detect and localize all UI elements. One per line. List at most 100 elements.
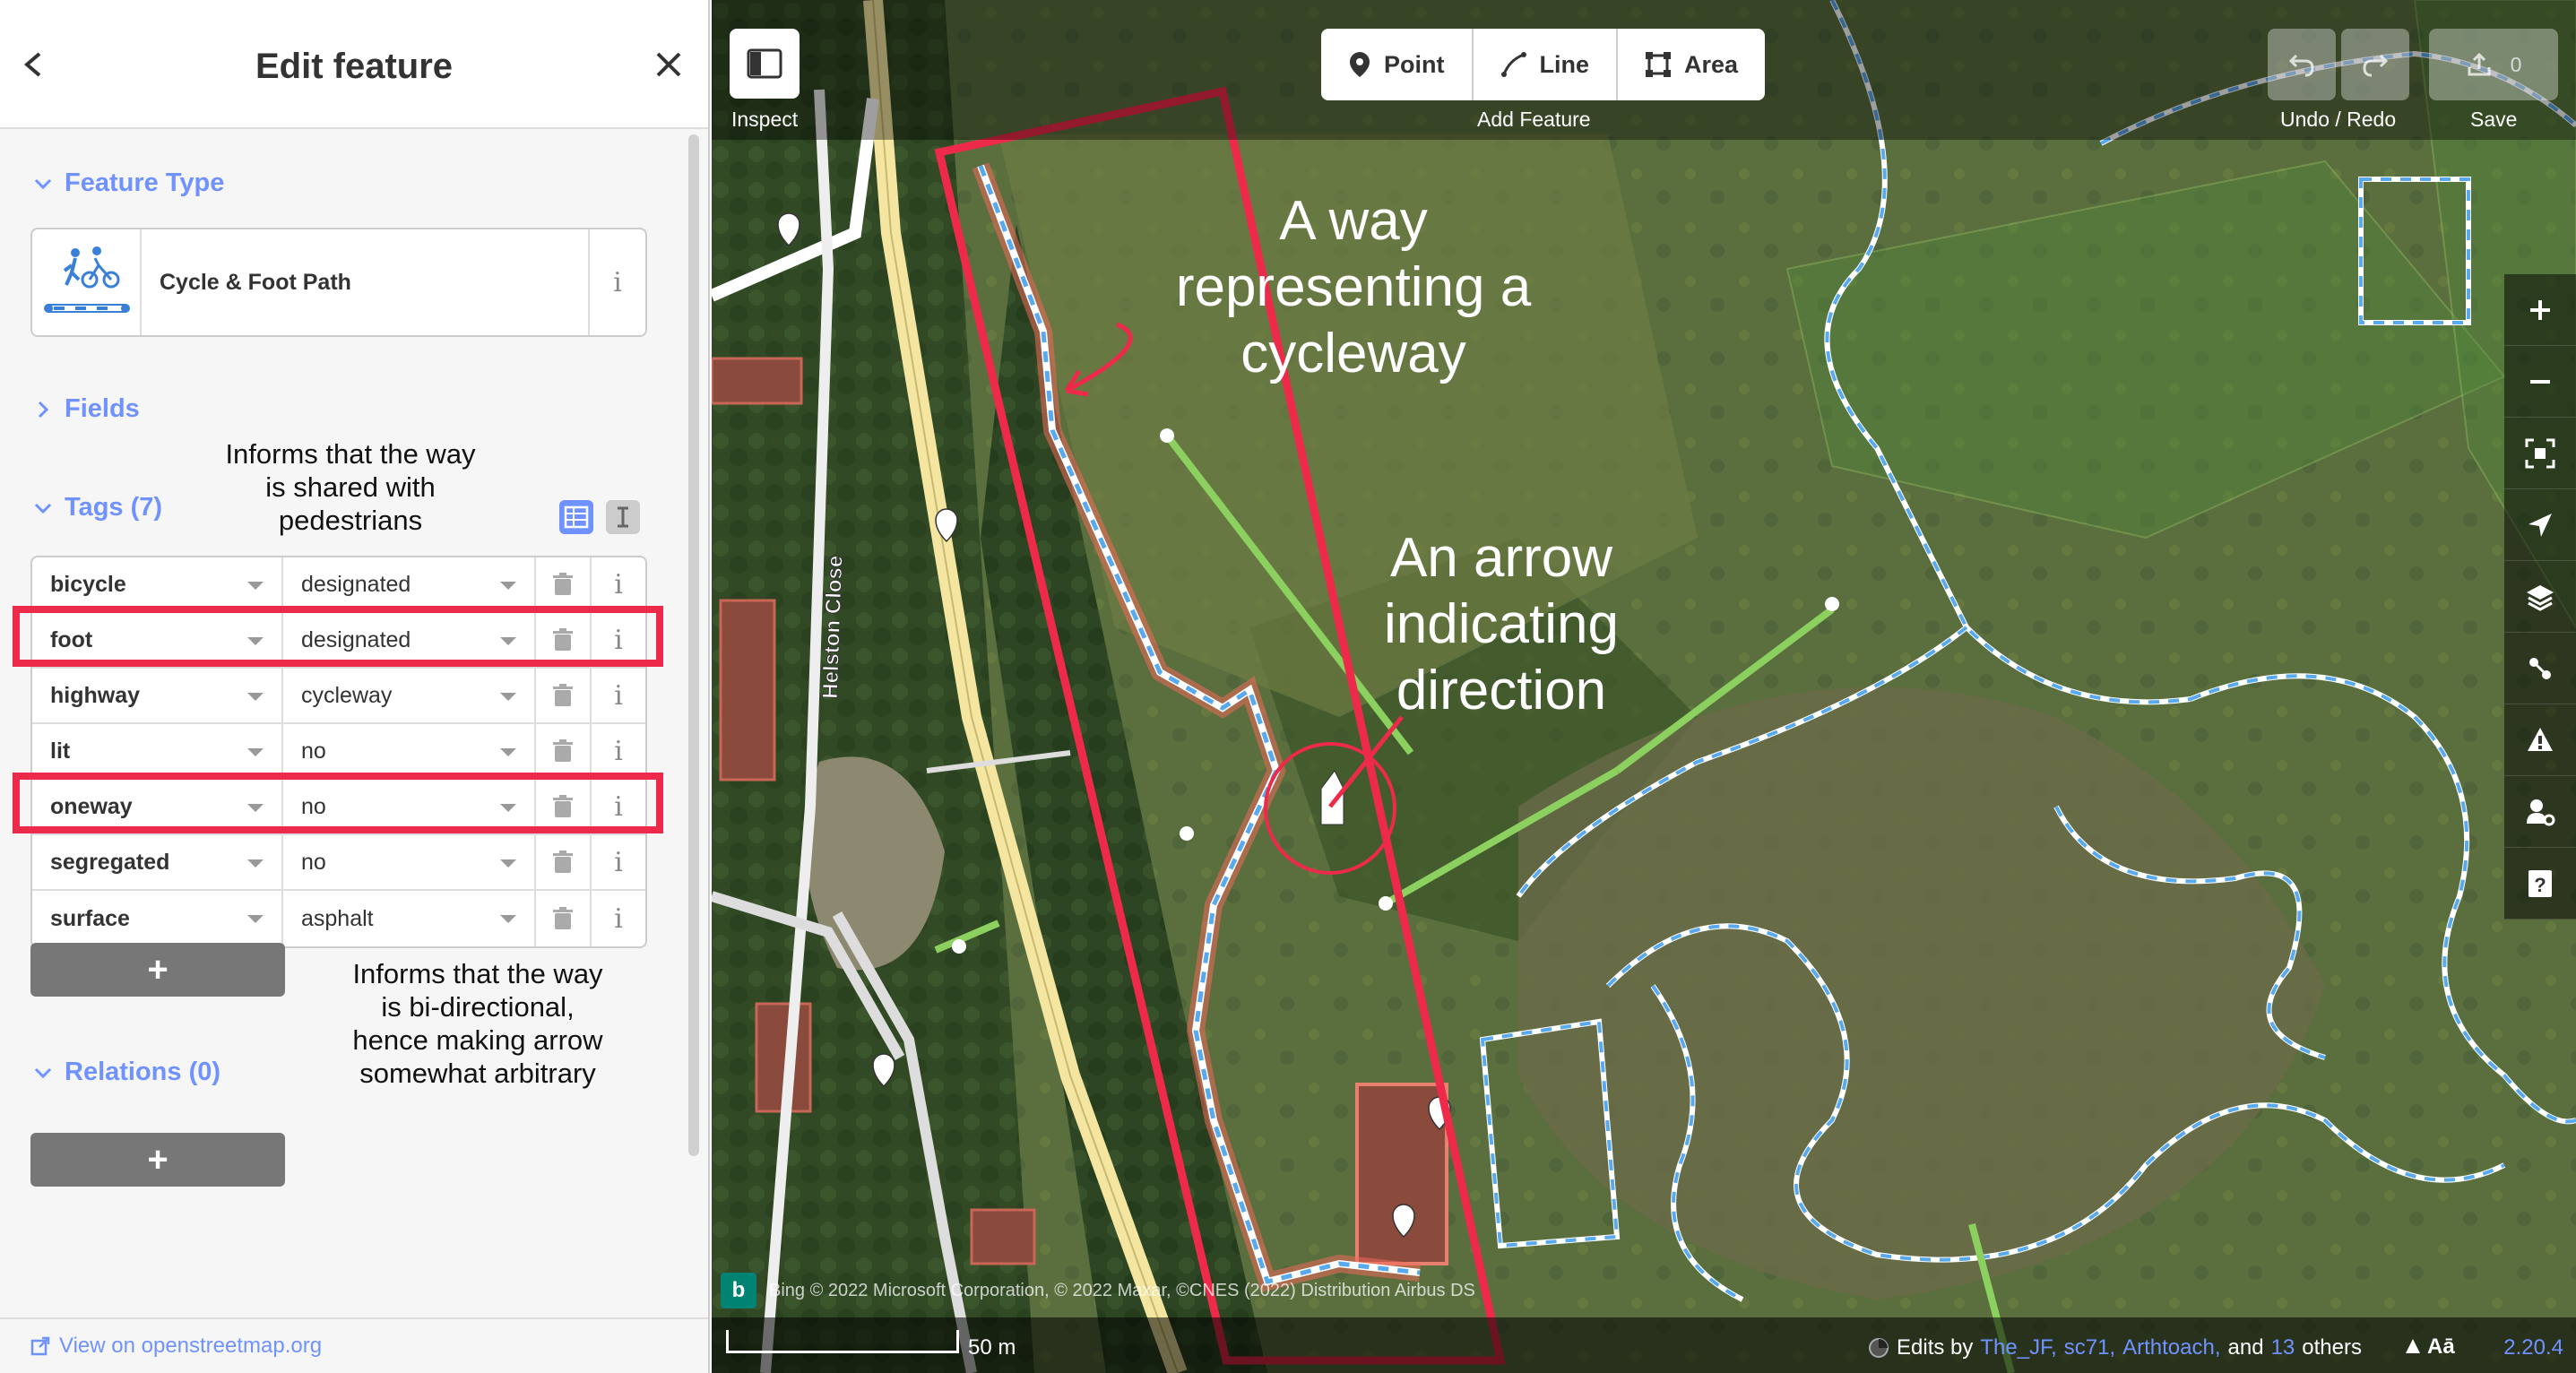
tag-value-input[interactable]: cycleway bbox=[283, 669, 536, 722]
inspect-button[interactable] bbox=[730, 29, 800, 99]
tag-value-input[interactable]: no bbox=[283, 835, 536, 889]
text-cursor-icon bbox=[618, 506, 628, 528]
delete-tag-button[interactable] bbox=[536, 724, 592, 778]
sidebar: Edit feature Feature Type Cycle & Foot P… bbox=[0, 0, 710, 1373]
map-data-button[interactable] bbox=[2504, 633, 2576, 704]
zoom-out-button[interactable] bbox=[2504, 346, 2576, 418]
tag-key-input[interactable]: segregated bbox=[32, 835, 283, 889]
caret-down-icon bbox=[500, 693, 516, 701]
sidebar-header: Edit feature bbox=[0, 0, 708, 129]
tag-key-input[interactable]: surface bbox=[32, 891, 283, 946]
street-label: Helston Close bbox=[818, 555, 848, 699]
tag-key-text: segregated bbox=[50, 849, 170, 875]
bing-logo-icon: b bbox=[721, 1273, 756, 1308]
close-icon[interactable] bbox=[651, 47, 687, 82]
scale-label: 50 m bbox=[968, 1335, 1016, 1360]
caret-down-icon bbox=[247, 748, 264, 756]
delete-tag-button[interactable] bbox=[536, 557, 592, 611]
warning-icon bbox=[2528, 727, 2553, 751]
tag-key-text: bicycle bbox=[50, 571, 126, 597]
map-data-icon bbox=[2529, 657, 2551, 679]
tag-value-input[interactable]: asphalt bbox=[283, 891, 536, 946]
tag-info-button[interactable]: i bbox=[592, 835, 645, 889]
view-on-osm-link[interactable]: View on openstreetmap.org bbox=[59, 1334, 322, 1359]
section-relations-label: Relations (0) bbox=[65, 1058, 221, 1086]
section-fields[interactable]: Fields bbox=[34, 394, 140, 424]
minus-icon bbox=[2530, 379, 2550, 384]
caret-down-icon bbox=[500, 748, 516, 756]
text-view-button[interactable] bbox=[606, 500, 640, 534]
tag-value-input[interactable]: designated bbox=[283, 557, 536, 611]
tag-key-input[interactable]: highway bbox=[32, 669, 283, 722]
area-label: Area bbox=[1684, 50, 1739, 78]
editor-link[interactable]: The_JF, bbox=[1980, 1335, 2056, 1360]
tag-info-button[interactable]: i bbox=[592, 557, 645, 611]
point-label: Point bbox=[1384, 50, 1445, 78]
help-button[interactable]: ? bbox=[2504, 848, 2576, 920]
tag-key-input[interactable]: bicycle bbox=[32, 557, 283, 611]
tag-row: highway cycleway i bbox=[32, 669, 645, 724]
version-link[interactable]: 2.20.4 bbox=[2503, 1335, 2563, 1360]
editor-link[interactable]: Arthtoach, bbox=[2122, 1335, 2220, 1360]
preferences-button[interactable] bbox=[2504, 776, 2576, 848]
tag-key-text: lit bbox=[50, 738, 71, 764]
tag-info-button[interactable]: i bbox=[592, 891, 645, 946]
chevron-down-icon bbox=[34, 178, 52, 189]
cycle-foot-path-icon bbox=[32, 229, 142, 335]
tag-info-button[interactable]: i bbox=[592, 724, 645, 778]
caret-down-icon bbox=[500, 915, 516, 923]
tag-info-button[interactable]: i bbox=[592, 669, 645, 722]
plus-icon bbox=[2530, 299, 2550, 320]
delete-tag-button[interactable] bbox=[536, 669, 592, 722]
chevron-down-icon bbox=[34, 1067, 52, 1078]
edits-count-link[interactable]: 13 bbox=[2271, 1335, 2295, 1360]
redo-button[interactable] bbox=[2341, 29, 2409, 100]
list-view-button[interactable] bbox=[559, 500, 593, 534]
add-relation-button[interactable]: + bbox=[30, 1133, 285, 1187]
preset-info-button[interactable]: i bbox=[588, 229, 645, 335]
add-line-button[interactable]: Line bbox=[1474, 29, 1619, 100]
trash-icon bbox=[553, 684, 573, 706]
sidebar-scrollbar[interactable] bbox=[688, 134, 699, 1156]
tag-value-input[interactable]: no bbox=[283, 724, 536, 778]
geolocate-button[interactable] bbox=[2504, 489, 2576, 561]
tag-value-text: designated bbox=[301, 571, 411, 597]
delete-tag-button[interactable] bbox=[536, 891, 592, 946]
tag-value-text: asphalt bbox=[301, 905, 374, 931]
highlight-oneway-row bbox=[13, 773, 663, 833]
section-feature-type[interactable]: Feature Type bbox=[34, 168, 224, 198]
delete-tag-button[interactable] bbox=[536, 835, 592, 889]
zoom-in-button[interactable] bbox=[2504, 274, 2576, 346]
section-feature-type-label: Feature Type bbox=[65, 168, 225, 197]
map-controls: ? bbox=[2504, 274, 2576, 920]
edits-by: Edits by The_JF, sc71, Arthtoach, and 13… bbox=[1868, 1335, 2362, 1360]
tag-value-text: no bbox=[301, 849, 326, 875]
annotation-arrow: An arrow indicating direction bbox=[1384, 527, 1619, 721]
attribution-text: Bing © 2022 Microsoft Corporation, © 202… bbox=[769, 1280, 1475, 1300]
section-relations[interactable]: Relations (0) bbox=[34, 1058, 220, 1087]
add-tag-button[interactable]: + bbox=[30, 943, 285, 997]
add-area-button[interactable]: Area bbox=[1618, 29, 1765, 100]
tag-key-input[interactable]: lit bbox=[32, 724, 283, 778]
preset-selector[interactable]: Cycle & Foot Path i bbox=[30, 228, 647, 337]
area-icon bbox=[1646, 52, 1672, 77]
caret-down-icon bbox=[247, 859, 264, 868]
undo-button[interactable] bbox=[2268, 29, 2336, 100]
editor-link[interactable]: sc71, bbox=[2064, 1335, 2115, 1360]
user-settings-icon bbox=[2527, 799, 2555, 825]
zoom-to-selection-button[interactable] bbox=[2504, 418, 2576, 489]
svg-text:Aā: Aā bbox=[2427, 1334, 2455, 1359]
issues-button[interactable] bbox=[2504, 704, 2576, 776]
preset-name: Cycle & Foot Path bbox=[160, 269, 351, 295]
annotation-shared: Informs that the way is shared with pede… bbox=[225, 438, 476, 536]
bug-and-language-icons[interactable]: Aā bbox=[2402, 1330, 2472, 1360]
add-point-button[interactable]: Point bbox=[1321, 29, 1474, 100]
trash-icon bbox=[553, 851, 573, 873]
background-layers-button[interactable] bbox=[2504, 561, 2576, 633]
section-tags[interactable]: Tags (7) bbox=[34, 493, 162, 522]
highlight-foot-row bbox=[13, 606, 663, 667]
scale-bar[interactable] bbox=[726, 1330, 959, 1353]
caret-down-icon bbox=[247, 693, 264, 701]
save-button[interactable]: 0 bbox=[2429, 29, 2558, 100]
tag-row: bicycle designated i bbox=[32, 557, 645, 613]
